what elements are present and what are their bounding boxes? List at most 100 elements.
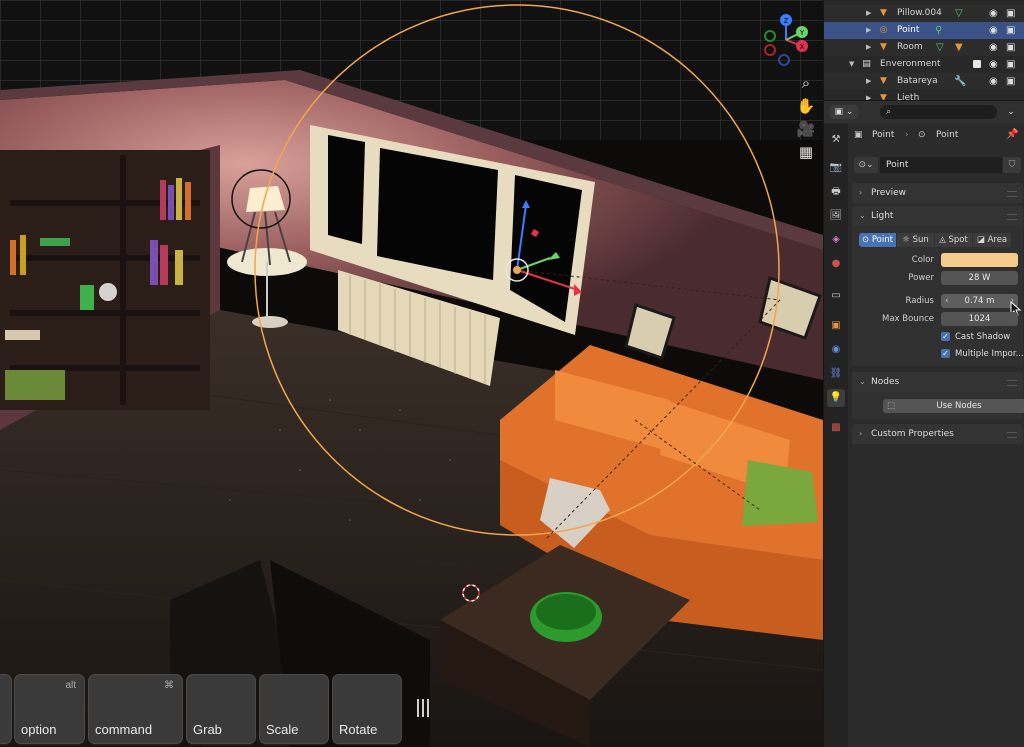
properties-panel: ▣ Point › ⊙ Point 📌 ⊙⌄ Point ⛉ › Preview… bbox=[848, 123, 1024, 747]
key-command-label: command bbox=[95, 722, 153, 737]
panel-nodes[interactable]: ⌄ Nodes bbox=[852, 372, 1023, 392]
expand-arrow-icon[interactable]: ▶ bbox=[866, 5, 871, 22]
panel-preview[interactable]: › Preview bbox=[852, 183, 1023, 203]
options-dropdown-icon[interactable]: ⌄ bbox=[1004, 105, 1018, 119]
view-layer-tab-icon[interactable]: 🖼 bbox=[827, 207, 845, 225]
navigation-gizmo[interactable]: Z X Y bbox=[758, 12, 814, 68]
render-camera-icon[interactable]: ▣ bbox=[1006, 56, 1015, 73]
render-tab-icon[interactable]: 📷 bbox=[827, 159, 845, 177]
collection-exclude-checkbox[interactable] bbox=[973, 60, 981, 68]
light-object-icon: ◎ bbox=[879, 25, 888, 35]
use-nodes-button[interactable]: ⬚ Use Nodes bbox=[883, 399, 1024, 413]
max-bounce-field[interactable]: 1024 bbox=[941, 312, 1018, 326]
object-tab-icon[interactable]: ▣ bbox=[827, 317, 845, 335]
radius-field[interactable]: ‹ 0.74 m › bbox=[941, 294, 1018, 308]
constraints-tab-icon[interactable]: ⛓ bbox=[827, 365, 845, 383]
outliner-row[interactable]: ▶ ▼ Batareya 🔧 ◉ ▣ bbox=[824, 73, 1024, 90]
gizmo-axis-x: X bbox=[800, 43, 805, 51]
pin-icon[interactable]: 📌 bbox=[1006, 129, 1018, 140]
gizmo-axis-y: Y bbox=[799, 29, 805, 37]
key-grab-label: Grab bbox=[193, 722, 222, 737]
power-field[interactable]: 28 W bbox=[941, 271, 1018, 285]
fake-user-shield-icon[interactable]: ⛉ bbox=[1003, 157, 1021, 173]
cast-shadow-label: Cast Shadow bbox=[955, 332, 1011, 342]
collection-tab-icon[interactable]: ▭ bbox=[827, 287, 845, 305]
eye-icon[interactable]: ◉ bbox=[989, 5, 998, 22]
panel-custom-properties[interactable]: › Custom Properties bbox=[852, 424, 1023, 444]
panel-nodes-title: Nodes bbox=[871, 377, 900, 387]
overlay-drag-handle[interactable] bbox=[417, 699, 431, 717]
light-type-area[interactable]: ◪ Area bbox=[973, 233, 1011, 247]
zoom-icon[interactable]: ⌕ bbox=[795, 72, 817, 94]
light-type-spot[interactable]: ◬ Spot bbox=[935, 233, 972, 247]
eye-icon[interactable]: ◉ bbox=[989, 56, 998, 73]
rendered-scene bbox=[0, 0, 823, 747]
light-data-tab-icon[interactable]: 💡 bbox=[827, 389, 845, 407]
texture-tab-icon[interactable]: ▩ bbox=[827, 419, 845, 437]
checkbox-checked-icon: ✓ bbox=[941, 332, 950, 341]
mesh-data-icon: ▽ bbox=[936, 42, 944, 53]
key-scale: Scale bbox=[259, 674, 329, 744]
expand-arrow-icon[interactable]: ▶ bbox=[866, 22, 871, 39]
light-color-swatch[interactable] bbox=[941, 253, 1018, 267]
area-light-icon: ◪ bbox=[976, 235, 985, 245]
datablock-browse-button[interactable]: ⊙⌄ bbox=[854, 157, 878, 173]
render-camera-icon[interactable]: ▣ bbox=[1006, 22, 1015, 39]
datablock-name-field[interactable]: Point bbox=[880, 157, 1002, 173]
3d-viewport[interactable]: Z X Y ⌕ ✋ 🎥 ▦ alt option ⌘ command Grab … bbox=[0, 0, 823, 747]
eye-icon[interactable]: ◉ bbox=[989, 73, 998, 90]
outliner[interactable]: ▶ ▼ Pillow.004 ▽ ◉ ▣ ▶ ◎ Point ⚲ ◉ ▣ ▶ ▼… bbox=[824, 0, 1024, 101]
panel-drag-handle[interactable] bbox=[1007, 432, 1017, 438]
object-icon: ▣ bbox=[854, 130, 863, 140]
outliner-row[interactable]: ▶ ▼ Lieth bbox=[824, 90, 1024, 101]
tool-tab-icon[interactable]: ⚒ bbox=[827, 131, 845, 149]
panel-drag-handle[interactable] bbox=[1007, 191, 1017, 197]
mesh-object-icon: ▼ bbox=[880, 76, 887, 86]
collection-icon: ▤ bbox=[862, 59, 871, 69]
outliner-row-collection[interactable]: ▼ ▤ Enveronment ◉ ▣ bbox=[824, 56, 1024, 73]
scene-tab-icon[interactable]: ◈ bbox=[827, 231, 845, 249]
panel-preview-title: Preview bbox=[871, 188, 907, 198]
light-type-sun-label: Sun bbox=[912, 235, 929, 245]
key-option-modifier: alt bbox=[65, 680, 76, 691]
grid-perspective-icon[interactable]: ▦ bbox=[795, 141, 817, 163]
light-type-point[interactable]: ⊙ Point bbox=[859, 233, 896, 247]
properties-search-input[interactable]: ⌕ bbox=[880, 105, 997, 119]
radius-value: 0.74 m bbox=[964, 296, 995, 306]
multiple-importance-label: Multiple Impor... bbox=[955, 349, 1024, 359]
render-camera-icon[interactable]: ▣ bbox=[1006, 39, 1015, 56]
pan-hand-icon[interactable]: ✋ bbox=[795, 95, 817, 117]
expand-arrow-icon[interactable]: ▶ bbox=[866, 39, 871, 56]
panel-light[interactable]: ⌄ Light bbox=[852, 206, 1023, 226]
render-camera-icon[interactable]: ▣ bbox=[1006, 73, 1015, 90]
right-editors: ▶ ▼ Pillow.004 ▽ ◉ ▣ ▶ ◎ Point ⚲ ◉ ▣ ▶ ▼… bbox=[823, 0, 1024, 747]
mesh-object-icon: ▼ bbox=[880, 8, 887, 18]
physics-tab-icon[interactable]: ◉ bbox=[827, 341, 845, 359]
outliner-row[interactable]: ▶ ▼ Pillow.004 ▽ ◉ ▣ bbox=[824, 5, 1024, 22]
outliner-row-selected[interactable]: ▶ ◎ Point ⚲ ◉ ▣ bbox=[824, 22, 1024, 39]
output-tab-icon[interactable]: 🖶 bbox=[827, 183, 845, 201]
properties-header: ▣ ⌄ ⌕ ⌄ bbox=[824, 101, 1024, 123]
expand-arrow-icon[interactable]: ▶ bbox=[866, 90, 871, 100]
expand-arrow-icon[interactable]: ▶ bbox=[866, 73, 871, 90]
eye-icon[interactable]: ◉ bbox=[989, 22, 998, 39]
panel-drag-handle[interactable] bbox=[1007, 380, 1017, 386]
light-type-sun[interactable]: ☼ Sun bbox=[897, 233, 934, 247]
mesh-object-icon: ▼ bbox=[880, 93, 887, 101]
eye-icon[interactable]: ◉ bbox=[989, 39, 998, 56]
panel-drag-handle[interactable] bbox=[1007, 214, 1017, 220]
radius-label: Radius bbox=[905, 296, 934, 306]
decrement-arrow-icon[interactable]: ‹ bbox=[945, 294, 948, 308]
outliner-row[interactable]: ▶ ▼ Room ▽ ▼ ◉ ▣ bbox=[824, 39, 1024, 56]
editor-type-dropdown[interactable]: ▣ ⌄ bbox=[830, 105, 858, 119]
world-tab-icon[interactable]: ● bbox=[827, 255, 845, 273]
search-icon: ⌕ bbox=[886, 107, 892, 117]
camera-view-icon[interactable]: 🎥 bbox=[795, 118, 817, 140]
properties-tabs: ⚒ 📷 🖶 🖼 ◈ ● ▭ ▣ ◉ ⛓ 💡 ▩ bbox=[824, 123, 848, 747]
render-camera-icon[interactable]: ▣ bbox=[1006, 5, 1015, 22]
outliner-item-name: Enveronment bbox=[880, 59, 941, 69]
collapse-arrow-icon[interactable]: ▼ bbox=[849, 56, 854, 73]
breadcrumb-separator-icon: › bbox=[905, 130, 909, 140]
panel-expand-icon: › bbox=[859, 429, 863, 438]
gizmo-axis-z: Z bbox=[784, 17, 789, 25]
